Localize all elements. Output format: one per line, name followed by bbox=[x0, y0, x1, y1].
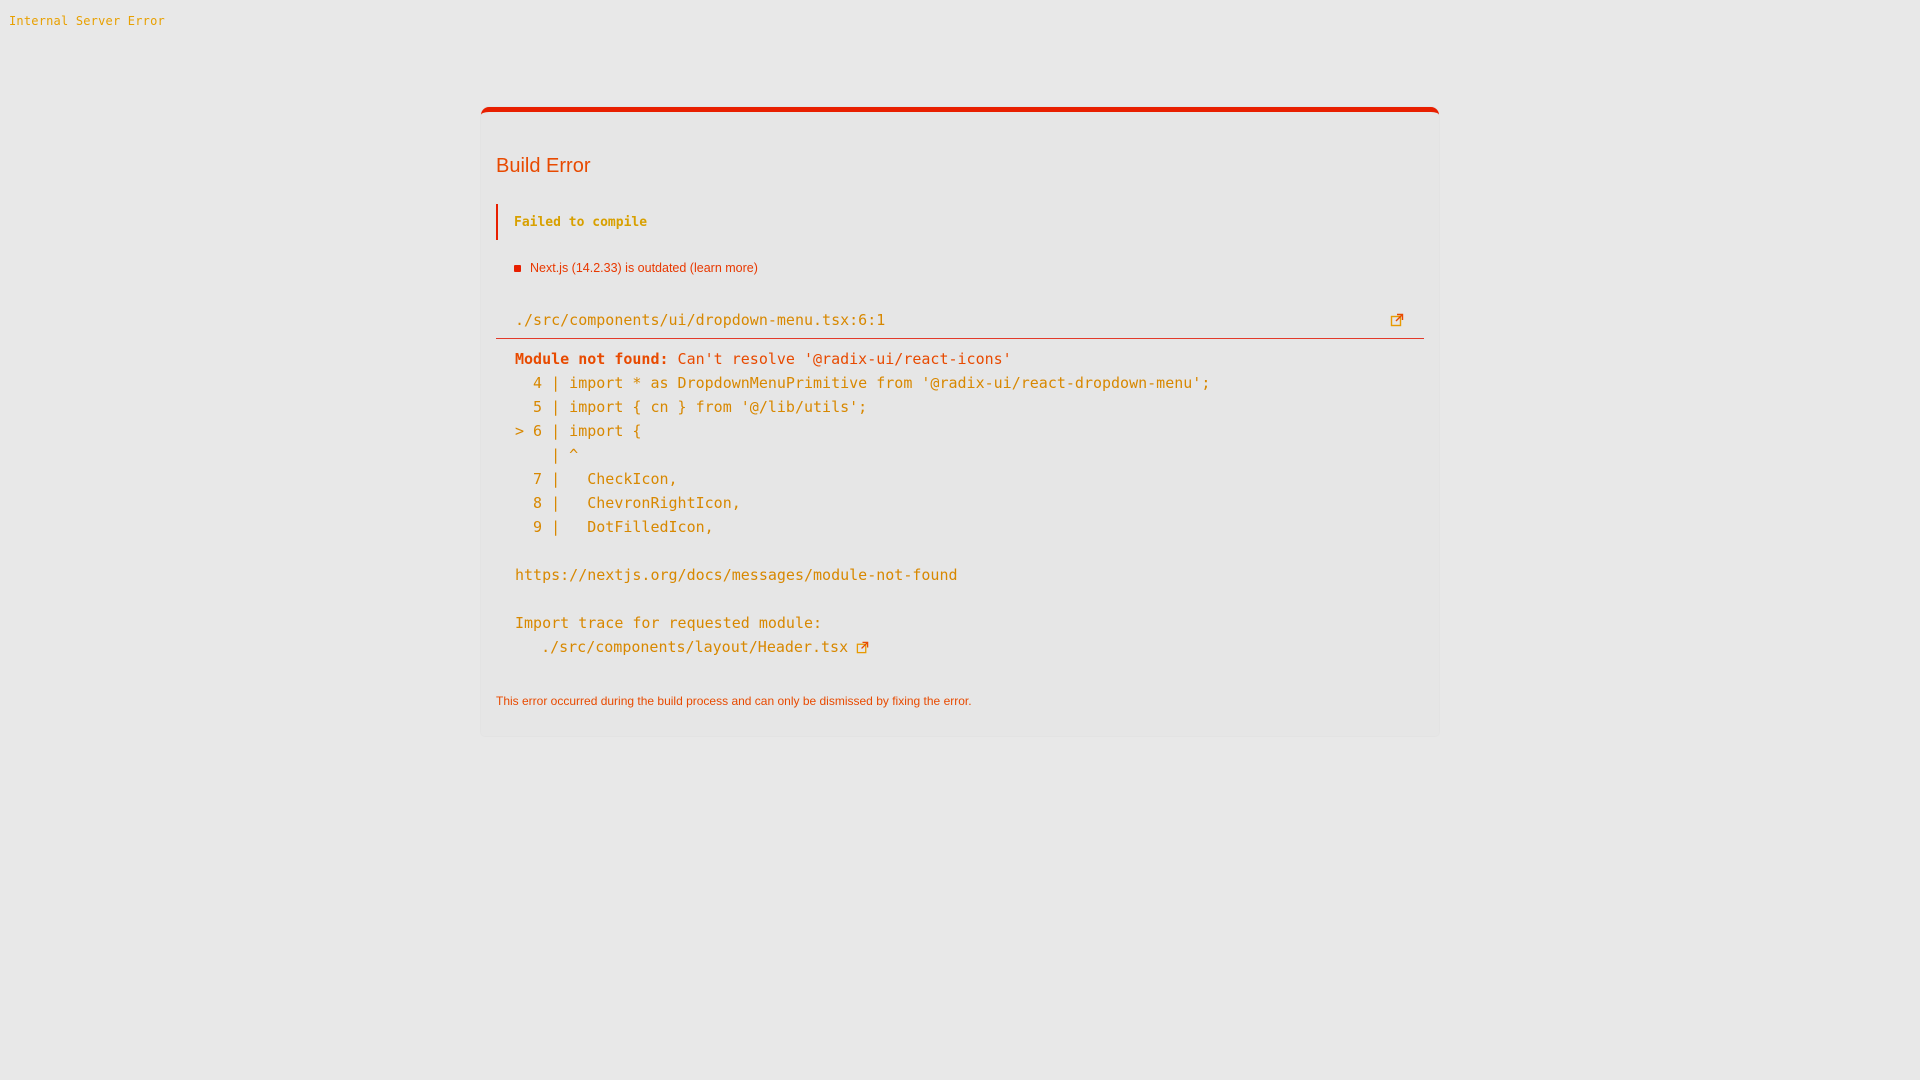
error-message: Can't resolve '@radix-ui/react-icons' bbox=[668, 350, 1012, 368]
external-link-icon[interactable] bbox=[1390, 313, 1404, 327]
trace-file-link[interactable]: ./src/components/layout/Header.tsx bbox=[515, 635, 869, 659]
code-line: 5 | import { cn } from '@/lib/utils'; bbox=[515, 398, 868, 416]
file-header: ./src/components/ui/dropdown-menu.tsx:6:… bbox=[496, 304, 1424, 339]
trace-file[interactable]: ./src/components/layout/Header.tsx bbox=[541, 635, 848, 659]
code-line: 9 | DotFilledIcon, bbox=[515, 518, 714, 536]
status-dot-icon bbox=[514, 264, 521, 272]
code-line-caret: | ^ bbox=[515, 446, 579, 464]
error-label: Module not found: bbox=[515, 350, 669, 368]
code-line: 7 | CheckIcon, bbox=[515, 470, 678, 488]
code-line-highlighted: > 6 | import { bbox=[515, 422, 642, 440]
footer-note: This error occurred during the build pro… bbox=[496, 694, 972, 708]
external-link-icon[interactable] bbox=[856, 641, 869, 654]
compile-status-text: Failed to compile bbox=[514, 214, 648, 230]
code-line: 4 | import * as DropdownMenuPrimitive fr… bbox=[515, 374, 1211, 392]
trace-heading: Import trace for requested module: bbox=[515, 614, 823, 632]
error-line: Module not found: Can't resolve '@radix-… bbox=[496, 347, 1424, 371]
version-notice[interactable]: Next.js (14.2.33) is outdated (learn mor… bbox=[514, 261, 758, 275]
code-line: 8 | ChevronRightIcon, bbox=[515, 494, 741, 512]
version-notice-text[interactable]: Next.js (14.2.33) is outdated (learn mor… bbox=[530, 261, 758, 275]
docs-link[interactable]: https://nextjs.org/docs/messages/module-… bbox=[496, 563, 1424, 587]
trace-row: ./src/components/layout/Header.tsx bbox=[496, 635, 1424, 659]
dialog-title: Build Error bbox=[496, 155, 591, 177]
page-status-label: Internal Server Error bbox=[9, 14, 165, 28]
compile-status-block: Failed to compile bbox=[496, 204, 647, 240]
build-error-dialog: Build Error Failed to compile Next.js (1… bbox=[481, 107, 1439, 736]
file-path[interactable]: ./src/components/ui/dropdown-menu.tsx:6:… bbox=[515, 311, 885, 329]
code-frame: Module not found: Can't resolve '@radix-… bbox=[496, 347, 1424, 659]
